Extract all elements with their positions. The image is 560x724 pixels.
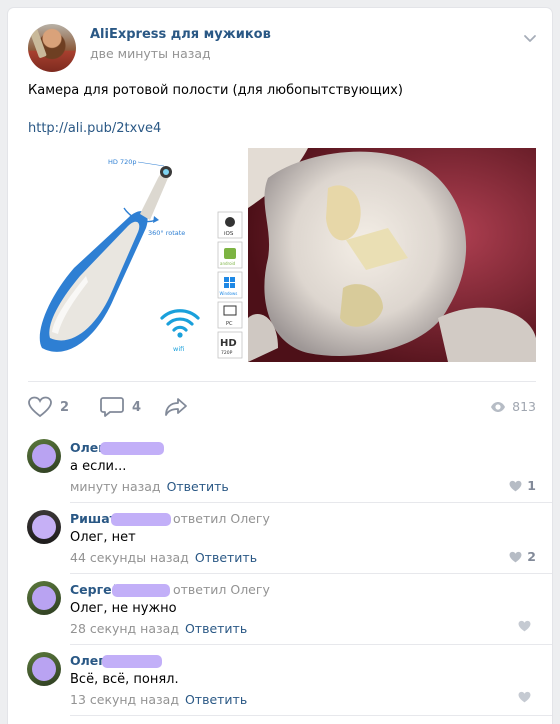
redaction-mark [100,442,164,455]
share-icon [165,398,187,416]
comment-like-button[interactable]: 1 [509,478,536,493]
comment-item: Олег а если... минуту назад Ответить 1 [8,431,552,503]
views-count: 813 [512,399,536,414]
comment-text: Олег, не нужно [70,601,177,616]
post-time[interactable]: две минуты назад [90,46,211,61]
heart-icon [28,396,52,418]
ios-icon: iOS [217,211,243,239]
post-divider [28,381,536,382]
post-header: AliExpress для мужиков две минуты назад [28,24,538,72]
hd-icon: HD 720P [217,331,243,359]
comment-text: Всё, всё, понял. [70,672,179,687]
redaction-mark [112,584,170,597]
avatar[interactable] [27,652,61,686]
svg-text:iOS: iOS [224,231,234,237]
svg-text:720P: 720P [221,350,233,356]
svg-text:PC: PC [226,321,233,327]
wifi-label: wifi [173,345,184,353]
wifi-icon [160,309,200,338]
comment-text: а если... [70,459,127,474]
rotate-label: 360° rotate [148,229,185,237]
post-text: Камера для ротовой полости (для любопытс… [28,83,403,98]
reply-to-label[interactable]: ответил Олегу [173,582,270,597]
post-actions: 2 4 813 [28,396,536,420]
comment-item: Сергей ответил Олегу Олег, не нужно 28 с… [8,573,552,645]
avatar[interactable] [27,510,61,544]
hd-label: HD 720p [108,158,137,166]
redaction-mark [102,655,162,668]
comment-item: Ришат ответил Олегу Олег, нет 44 секунды… [8,502,552,574]
comment-time[interactable]: 44 секунды назад [70,550,189,565]
heart-icon [518,691,531,703]
like-button[interactable]: 2 [28,396,69,418]
comment-count: 4 [132,399,142,415]
android-icon: android [217,241,243,269]
comment-like-button[interactable]: 2 [509,549,536,564]
views-counter: 813 [490,399,536,414]
reply-button[interactable]: Ответить [195,550,257,565]
share-button[interactable] [164,396,196,418]
reply-button[interactable]: Ответить [185,621,247,636]
group-name-link[interactable]: AliExpress для мужиков [90,27,271,42]
comment-icon [100,397,124,417]
pc-icon: PC [217,301,243,329]
comment-item: Олег Всё, всё, понял. 13 секунд назад Отв… [8,644,552,716]
comment-divider [70,715,552,716]
svg-text:HD: HD [220,338,237,349]
post-link[interactable]: http://ali.pub/2txve4 [28,121,161,136]
comment-meta: 44 секунды назад Ответить [70,550,257,565]
comment-button[interactable]: 4 [100,396,141,418]
like-count: 2 [60,399,70,415]
windows-icon: Windows [217,271,243,299]
tooth-photo[interactable] [248,148,536,362]
reply-button[interactable]: Ответить [167,479,229,494]
comment-like-button[interactable] [518,691,536,703]
svg-text:Windows: Windows [220,291,238,296]
redaction-mark [111,513,171,526]
heart-icon [509,551,522,562]
avatar[interactable] [27,439,61,473]
comments-list: Олег а если... минуту назад Ответить 1 Ри… [8,431,552,724]
eye-icon [491,401,506,412]
comment-time[interactable]: минуту назад [70,479,161,494]
reply-button[interactable]: Ответить [185,692,247,707]
chevron-down-icon[interactable] [522,30,538,46]
comment-like-count: 2 [527,549,536,564]
comment-text: Олег, нет [70,530,136,545]
product-photo[interactable]: HD 720p 360° rotate wifi iOS android Win… [28,148,246,370]
comment-time[interactable]: 13 секунд назад [70,692,179,707]
comment-like-button[interactable] [518,620,536,632]
avatar[interactable] [27,581,61,615]
heart-icon [509,480,522,491]
group-avatar[interactable] [28,24,76,72]
reply-to-label[interactable]: ответил Олегу [173,511,270,526]
comment-meta: 13 секунд назад Ответить [70,692,247,707]
svg-text:android: android [220,261,236,266]
comment-author[interactable]: Ришат [70,511,117,526]
comment-meta: минуту назад Ответить [70,479,229,494]
comment-like-count: 1 [527,478,536,493]
post-card: AliExpress для мужиков две минуты назад … [8,8,552,724]
comment-time[interactable]: 28 секунд назад [70,621,179,636]
comment-meta: 28 секунд назад Ответить [70,621,247,636]
heart-icon [518,620,531,632]
comment-author[interactable]: Олег [70,653,105,668]
